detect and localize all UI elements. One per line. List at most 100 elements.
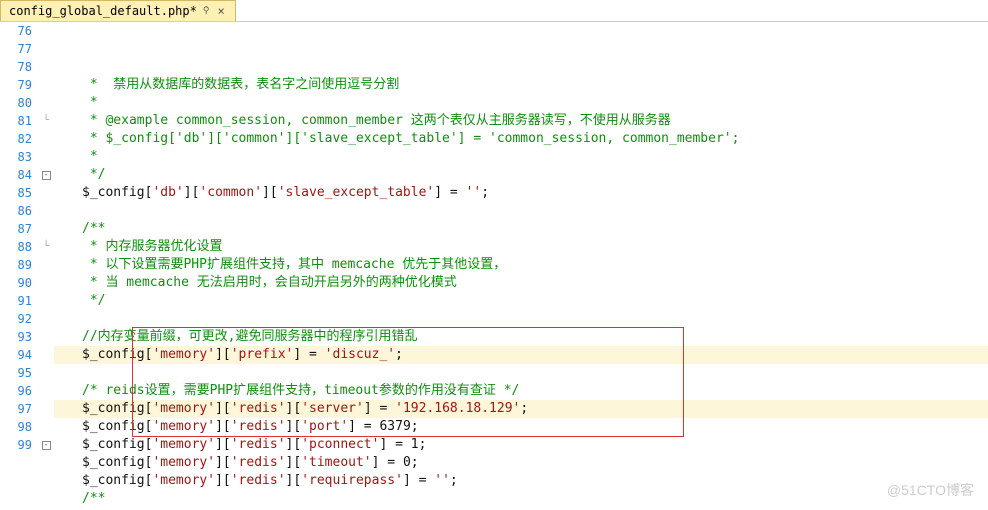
code-line[interactable]: $_config['memory']['redis']['requirepass… [54,472,988,490]
fold-marker [38,148,54,166]
token: '' [434,473,450,488]
token: /** [82,491,105,506]
line-number: 90 [0,274,32,292]
code-line[interactable] [54,202,988,220]
fold-marker [38,364,54,382]
line-number: 78 [0,58,32,76]
fold-marker [38,418,54,436]
line-number: 95 [0,364,32,382]
token: * 当 memcache 无法启用时，会自动开启另外的两种优化模式 [82,275,457,290]
token: 'requirepass' [301,473,403,488]
fold-marker [38,400,54,418]
token: ] = [372,455,403,470]
code-editor[interactable]: 7677787980818283848586878889909192939495… [0,22,988,510]
token: 'redis' [231,455,286,470]
code-line[interactable]: * 当 memcache 无法启用时，会自动开启另外的两种优化模式 [54,274,988,292]
line-number: 87 [0,220,32,238]
fold-marker [38,328,54,346]
file-tab[interactable]: config_global_default.php* ⚲ × [0,0,236,21]
line-number: 81 [0,112,32,130]
token: 'redis' [231,473,286,488]
line-number-gutter: 7677787980818283848586878889909192939495… [0,22,38,510]
code-line[interactable]: $_config['db']['common']['slave_except_t… [54,184,988,202]
fold-marker[interactable]: └ [38,238,54,256]
token: /** [82,221,105,236]
code-line[interactable]: * 以下设置需要PHP扩展组件支持，其中 memcache 优先于其他设置， [54,256,988,274]
token: 'memory' [152,473,215,488]
fold-marker [38,274,54,292]
token: * @example common_session, common_member… [82,113,671,128]
fold-marker[interactable]: └ [38,112,54,130]
line-number: 89 [0,256,32,274]
line-number: 82 [0,130,32,148]
token: ] = [434,185,465,200]
tab-filename: config_global_default.php* [9,4,197,18]
close-icon[interactable]: × [215,4,226,18]
code-line[interactable]: $_config['memory']['redis']['timeout'] =… [54,454,988,472]
line-number: 79 [0,76,32,94]
line-number: 93 [0,328,32,346]
line-number: 77 [0,40,32,58]
code-area[interactable]: * 禁用从数据库的数据表，表名字之间使用逗号分割 * * @example co… [54,22,988,510]
line-number: 96 [0,382,32,400]
token: * 以下设置需要PHP扩展组件支持，其中 memcache 优先于其他设置， [82,257,506,272]
token: */ [82,293,105,308]
code-line[interactable]: * @example common_session, common_member… [54,112,988,130]
token: */ [82,167,105,182]
code-line[interactable]: */ [54,166,988,184]
fold-marker [38,76,54,94]
token: ] = [379,437,410,452]
code-line[interactable]: * [54,94,988,112]
token: ][ [215,455,231,470]
code-line[interactable]: * 禁用从数据库的数据表，表名字之间使用逗号分割 [54,76,988,94]
code-line[interactable]: * $_config['db']['common']['slave_except… [54,130,988,148]
token: 'common' [199,185,262,200]
fold-column[interactable]: └ - └ - [38,22,54,510]
code-line[interactable]: $_config['memory']['redis']['pconnect'] … [54,436,988,454]
code-line[interactable]: /** [54,490,988,508]
pin-icon[interactable]: ⚲ [203,6,210,16]
code-line[interactable]: */ [54,292,988,310]
fold-marker [38,202,54,220]
token: ; [419,437,427,452]
line-number: 85 [0,184,32,202]
token: $_config [82,455,145,470]
fold-marker [38,220,54,238]
token: 'redis' [231,437,286,452]
token: 'memory' [152,437,215,452]
line-number: 80 [0,94,32,112]
fold-marker [38,310,54,328]
token: ][ [215,437,231,452]
fold-marker [38,130,54,148]
token: * 内存服务器优化设置 [82,239,222,254]
token: '' [466,185,482,200]
token: * [82,95,98,110]
highlight-box [132,327,684,437]
token: ; [411,455,419,470]
fold-marker [38,256,54,274]
token: ; [481,185,489,200]
token: ][ [184,185,200,200]
token: 'db' [152,185,183,200]
token: $_config [82,473,145,488]
token: ][ [286,437,302,452]
token: ][ [215,473,231,488]
code-line[interactable] [54,310,988,328]
token: 0 [403,455,411,470]
line-number: 76 [0,22,32,40]
token: * [82,149,98,164]
fold-marker [38,382,54,400]
fold-marker[interactable]: - [38,166,54,184]
line-number: 98 [0,418,32,436]
code-line[interactable]: /** [54,220,988,238]
line-number: 84 [0,166,32,184]
fold-marker[interactable]: - [38,436,54,454]
code-line[interactable]: * [54,148,988,166]
token: 'slave_except_table' [278,185,435,200]
token: ; [450,473,458,488]
line-number: 91 [0,292,32,310]
line-number: 83 [0,148,32,166]
code-line[interactable]: * 内存服务器优化设置 [54,238,988,256]
token: * $_config['db']['common']['slave_except… [82,131,739,146]
tab-bar: config_global_default.php* ⚲ × [0,0,988,22]
